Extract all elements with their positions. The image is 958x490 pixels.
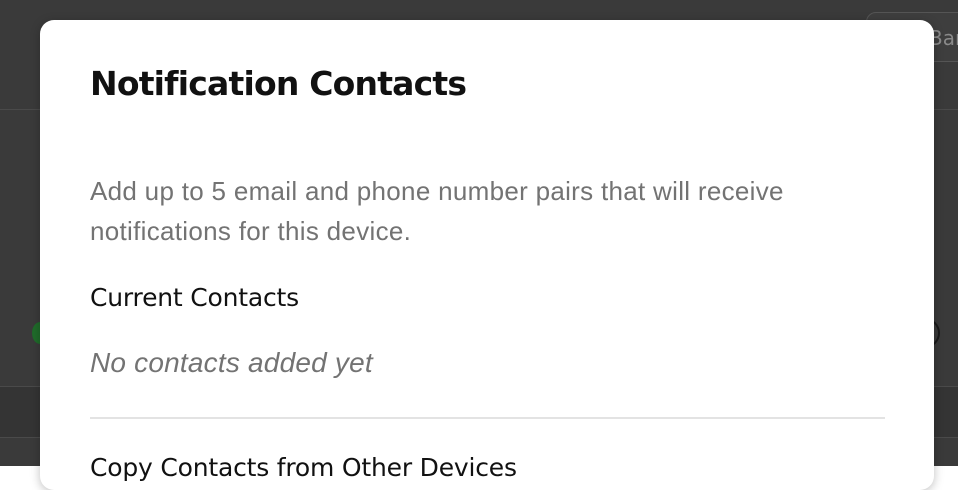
dialog-title: Notification Contacts [90,64,467,103]
dialog-description: Add up to 5 email and phone number pairs… [90,176,784,246]
current-contacts-heading: Current Contacts [90,283,299,312]
section-divider [90,417,885,419]
notification-contacts-dialog: Notification Contacts Add up to 5 email … [40,20,934,490]
copy-contacts-heading: Copy Contacts from Other Devices [90,453,517,482]
contacts-empty-state: No contacts added yet [90,347,373,378]
